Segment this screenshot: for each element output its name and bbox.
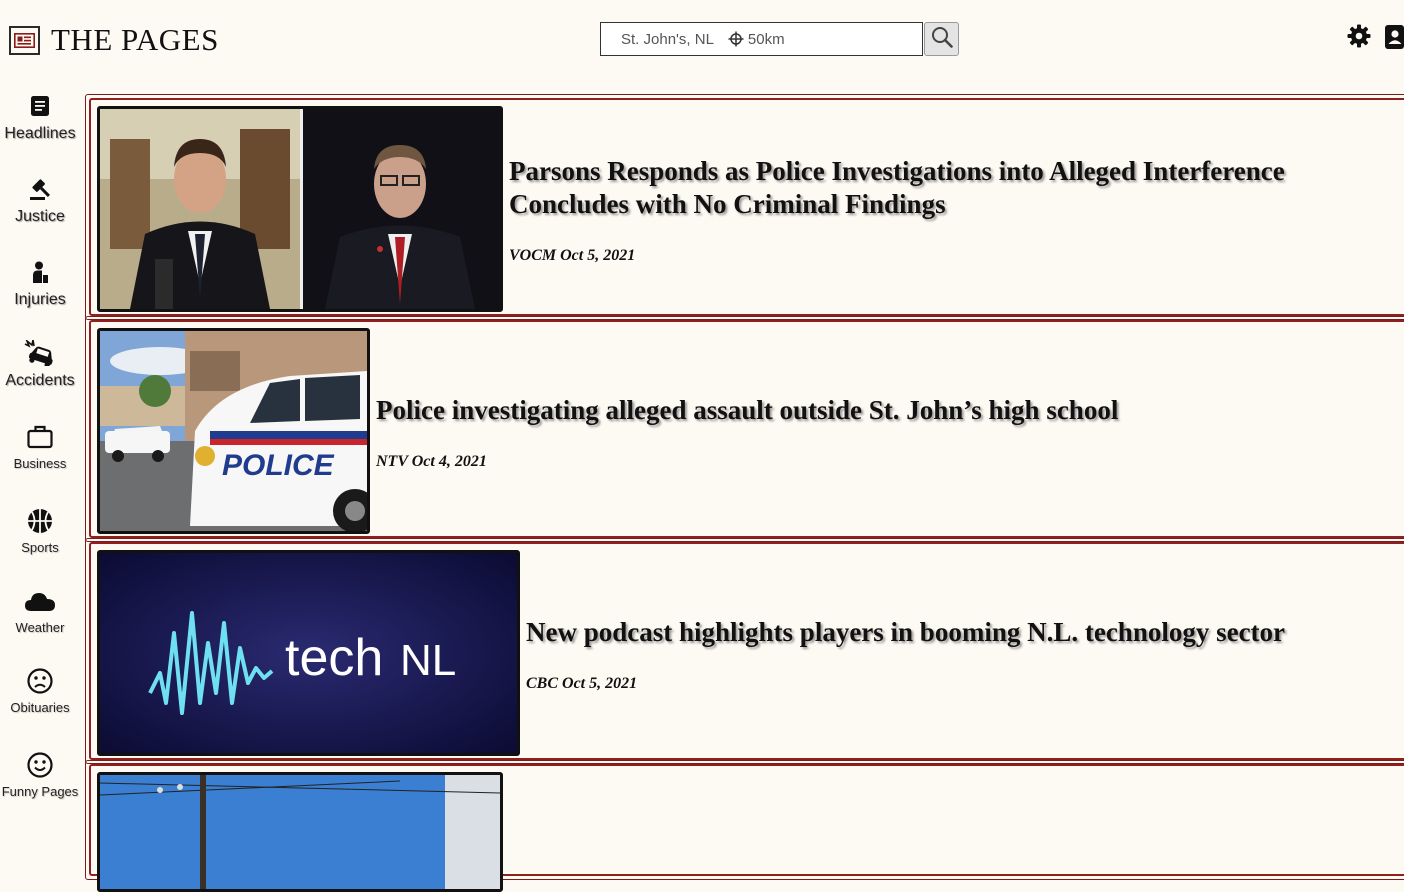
- newspaper-icon: [9, 25, 40, 55]
- sidebar-item-business[interactable]: Business: [0, 424, 80, 471]
- techNL-logo-text-b: NL: [400, 636, 456, 685]
- profile-card-icon[interactable]: [1385, 25, 1404, 54]
- sidebar-item-weather[interactable]: Weather: [0, 588, 80, 635]
- app-logo[interactable]: THE PAGES: [9, 22, 219, 58]
- sidebar-item-justice[interactable]: Justice: [0, 176, 80, 226]
- article-source: NTV: [376, 453, 408, 470]
- crosshair-icon: [728, 31, 744, 47]
- sidebar-item-label: Business: [13, 456, 67, 471]
- sidebar-item-label: Justice: [15, 208, 65, 225]
- injured-person-icon: [0, 259, 80, 285]
- sidebar-item-label: Obituaries: [10, 700, 70, 715]
- article-title[interactable]: Parsons Responds as Police Investigation…: [509, 155, 1389, 221]
- sidebar-item-injuries[interactable]: Injuries: [0, 259, 80, 309]
- gavel-icon: [0, 176, 80, 202]
- document-icon: [0, 93, 80, 119]
- sidebar-item-funny-pages[interactable]: Funny Pages: [0, 752, 80, 799]
- article-thumbnail[interactable]: POLICE: [97, 328, 370, 534]
- svg-text:POLICE: POLICE: [222, 449, 335, 482]
- article-date: Oct 5, 2021: [562, 675, 638, 692]
- sad-face-icon: [0, 668, 80, 694]
- search-location-text: St. John's, NL: [621, 30, 714, 48]
- sidebar-item-label: Accidents: [5, 372, 75, 389]
- cloud-icon: [0, 588, 80, 614]
- article-card[interactable]: [85, 760, 1404, 892]
- techNL-logo-text-a: tech: [285, 629, 383, 687]
- article-thumbnail[interactable]: [97, 772, 503, 892]
- article-date: Oct 4, 2021: [411, 453, 487, 470]
- article-meta: VOCM Oct 5, 2021: [509, 247, 635, 265]
- article-thumbnail[interactable]: tech NL: [97, 550, 520, 756]
- article-title[interactable]: Police investigating alleged assault out…: [376, 394, 1376, 427]
- article-meta: NTV Oct 4, 2021: [376, 453, 487, 471]
- basketball-icon: [0, 508, 80, 534]
- sidebar-item-label: Weather: [15, 620, 65, 635]
- search-radius-text: 50km: [747, 30, 785, 48]
- article-source: VOCM: [509, 247, 557, 264]
- smiley-face-icon: [0, 752, 80, 778]
- article-thumbnail[interactable]: [97, 106, 503, 312]
- sidebar-item-label: Funny Pages: [1, 784, 79, 799]
- gear-icon[interactable]: [1347, 24, 1371, 53]
- briefcase-icon: [0, 424, 80, 450]
- search-input[interactable]: St. John's, NL 50km: [600, 22, 923, 56]
- article-card[interactable]: tech NL New podcast highlights players i…: [85, 538, 1404, 764]
- sidebar-item-label: Sports: [21, 540, 59, 555]
- article-card[interactable]: POLICE Police investigating alleged assa…: [85, 316, 1404, 542]
- sidebar-item-headlines[interactable]: Headlines: [0, 93, 80, 143]
- search-icon: [931, 26, 953, 53]
- sidebar-item-obituaries[interactable]: Obituaries: [0, 668, 80, 715]
- search-button[interactable]: [924, 22, 959, 56]
- article-date: Oct 5, 2021: [560, 247, 636, 264]
- sidebar-item-label: Injuries: [14, 291, 66, 308]
- sidebar-item-sports[interactable]: Sports: [0, 508, 80, 555]
- article-source: CBC: [526, 675, 559, 692]
- sidebar-item-accidents[interactable]: Accidents: [0, 340, 80, 390]
- car-crash-icon: [0, 340, 80, 366]
- article-meta: CBC Oct 5, 2021: [526, 675, 637, 693]
- app-title: THE PAGES: [51, 22, 219, 57]
- sidebar-item-label: Headlines: [4, 125, 76, 142]
- article-card[interactable]: Parsons Responds as Police Investigation…: [85, 94, 1404, 320]
- article-title[interactable]: New podcast highlights players in boomin…: [526, 616, 1404, 649]
